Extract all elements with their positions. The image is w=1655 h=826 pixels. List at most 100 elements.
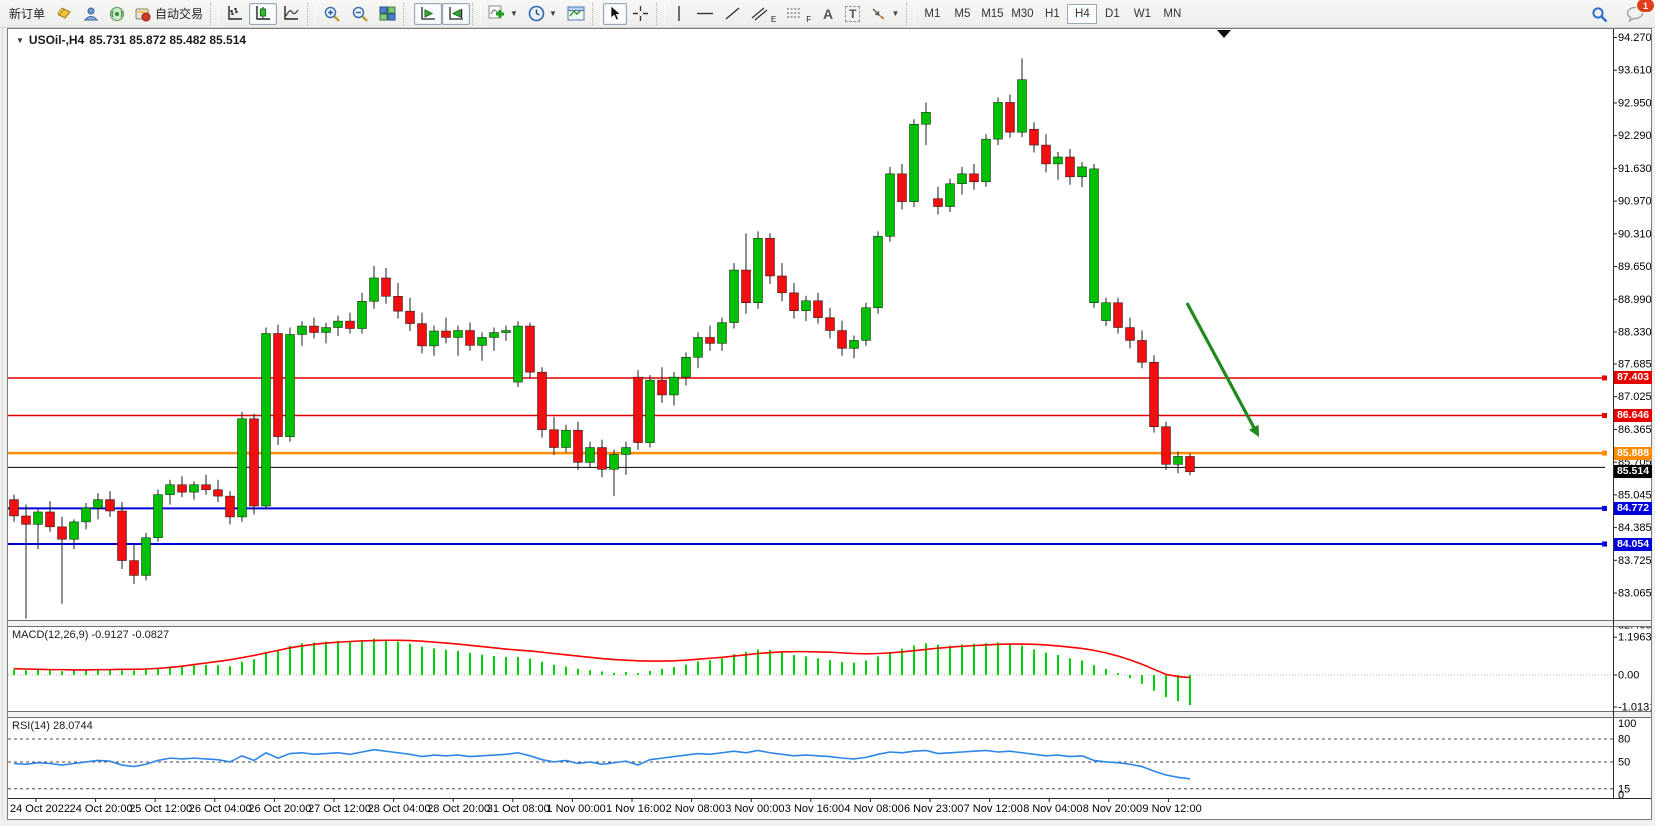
- bar-chart-icon: [226, 5, 244, 22]
- price-tick-label: 89.650: [1618, 261, 1651, 273]
- collapse-triangle-icon[interactable]: ▼: [16, 36, 24, 45]
- candle-chart-icon: [254, 5, 272, 22]
- timeframe-w1[interactable]: W1: [1127, 4, 1157, 24]
- macd-axis-label: 1.1963: [1618, 632, 1651, 644]
- fibonacci-icon: [786, 6, 803, 21]
- timeframe-d1[interactable]: D1: [1097, 4, 1127, 24]
- text-label-button[interactable]: T: [840, 3, 865, 25]
- time-tick-label: 4 Nov 08:00: [844, 803, 903, 815]
- price-tick-label: 92.290: [1618, 130, 1651, 142]
- time-tick-label: 6 Nov 23:00: [904, 803, 963, 815]
- toolbar-separator: [307, 3, 316, 25]
- trend-arrow[interactable]: [1187, 303, 1255, 430]
- bar-chart-button[interactable]: [221, 3, 249, 25]
- level-price-tag: 85.888: [1614, 447, 1652, 460]
- search-button[interactable]: [1586, 3, 1613, 25]
- timeframe-m5[interactable]: M5: [947, 4, 977, 24]
- main-toolbar: 新订单 自动交易 ▼ ▼: [0, 0, 1655, 28]
- hline-end-marker[interactable]: [1602, 542, 1607, 547]
- trader-button[interactable]: [78, 3, 104, 25]
- periods-button[interactable]: ▼: [523, 3, 562, 25]
- line-chart-button[interactable]: [277, 3, 305, 25]
- price-tick-label: 85.045: [1618, 489, 1651, 501]
- auto-trading-button[interactable]: 自动交易: [130, 3, 208, 25]
- chart-shift-marker[interactable]: [1217, 30, 1231, 38]
- fibonacci-letter: F: [806, 15, 811, 24]
- auto-trading-label: 自动交易: [155, 5, 203, 22]
- hline-end-marker[interactable]: [1602, 451, 1607, 456]
- hline-end-marker[interactable]: [1602, 506, 1607, 511]
- timeframe-h1[interactable]: H1: [1037, 4, 1067, 24]
- vline-icon: [672, 5, 686, 22]
- toolbar-separator: [592, 3, 601, 25]
- price-tick-label: 86.365: [1618, 424, 1651, 436]
- time-tick-label: 28 Oct 04:00: [368, 803, 431, 815]
- pane-separator-rsi[interactable]: [8, 711, 1651, 718]
- window-bottom-gutter: [0, 819, 1655, 826]
- toolbar-separator: [906, 3, 915, 25]
- rsi-axis-label: 100: [1618, 718, 1636, 730]
- time-tick-label: 28 Oct 20:00: [427, 803, 490, 815]
- zoom-out-button[interactable]: [346, 3, 374, 25]
- time-tick-label: 26 Oct 20:00: [248, 803, 311, 815]
- toolbar-separator: [656, 3, 665, 25]
- price-tick-label: 88.990: [1618, 294, 1651, 306]
- chart-shift-icon: [447, 6, 465, 22]
- indicators-button[interactable]: ▼: [483, 3, 523, 25]
- window-left-gutter: [0, 28, 7, 826]
- hline-end-marker[interactable]: [1602, 413, 1607, 418]
- time-tick-label: 2 Nov 08:00: [666, 803, 725, 815]
- candle-chart-button[interactable]: [249, 3, 277, 25]
- timeframe-m30[interactable]: M30: [1007, 4, 1037, 24]
- rsi-indicator-label: RSI(14) 28.0744: [12, 720, 93, 732]
- pane-separator-macd[interactable]: [8, 620, 1651, 627]
- auto-scroll-button[interactable]: [414, 3, 442, 25]
- rsi-axis-label: 80: [1618, 733, 1630, 745]
- price-tick-label: 90.310: [1618, 228, 1651, 240]
- level-price-tag: 86.646: [1614, 409, 1652, 422]
- gold-button[interactable]: [50, 3, 78, 25]
- chart-shift-button[interactable]: [442, 3, 470, 25]
- horizontal-line-button[interactable]: [691, 3, 719, 25]
- template-button[interactable]: [562, 3, 590, 25]
- text-button[interactable]: A: [816, 3, 840, 25]
- time-axis-labels[interactable]: 24 Oct 202224 Oct 20:0025 Oct 12:0026 Oc…: [10, 798, 1202, 815]
- zoom-in-button[interactable]: [318, 3, 346, 25]
- broadcast-button[interactable]: [104, 3, 130, 25]
- tile-windows-button[interactable]: [374, 3, 401, 25]
- cursor-button[interactable]: [603, 3, 627, 25]
- timeframe-m15[interactable]: M15: [977, 4, 1007, 24]
- timeframe-h4[interactable]: H4: [1067, 4, 1097, 24]
- vertical-line-button[interactable]: [667, 3, 691, 25]
- price-tick-label: 83.065: [1618, 588, 1651, 600]
- chart-window[interactable]: 94.27093.61092.95092.29091.63090.97090.3…: [7, 28, 1652, 820]
- price-tick-label: 88.330: [1618, 327, 1651, 339]
- arrows-button[interactable]: ▼: [865, 3, 904, 25]
- channel-button[interactable]: E: [746, 3, 781, 25]
- new-order-button[interactable]: 新订单: [4, 3, 50, 25]
- macd-axis-label: 0.00: [1618, 670, 1639, 682]
- text-icon: A: [823, 6, 833, 22]
- fibonacci-button[interactable]: F: [781, 3, 816, 25]
- zoom-in-icon: [323, 5, 341, 23]
- periods-icon: [528, 5, 545, 22]
- chevron-down-icon: ▼: [549, 9, 557, 18]
- annotations[interactable]: [1187, 303, 1259, 437]
- toolbar-separator: [403, 3, 412, 25]
- time-tick-label: 26 Oct 04:00: [189, 803, 252, 815]
- level-price-tag: 84.772: [1614, 502, 1652, 515]
- hline-end-marker[interactable]: [1602, 375, 1607, 380]
- time-tick-label: 1 Nov 00:00: [546, 803, 605, 815]
- crosshair-button[interactable]: [627, 3, 654, 25]
- trendline-button[interactable]: [719, 3, 746, 25]
- chart-canvas[interactable]: 94.27093.61092.95092.29091.63090.97090.3…: [8, 29, 1651, 819]
- horizontal-level-lines[interactable]: [8, 375, 1607, 546]
- timeframe-mn[interactable]: MN: [1157, 4, 1187, 24]
- time-axis-line: [8, 798, 1651, 799]
- notifications-button[interactable]: 1: [1621, 3, 1649, 25]
- rsi-plot: 1008050150: [8, 718, 1636, 801]
- line-chart-icon: [282, 5, 300, 22]
- chevron-down-icon: ▼: [510, 9, 518, 18]
- trader-icon: [83, 6, 99, 22]
- timeframe-m1[interactable]: M1: [917, 4, 947, 24]
